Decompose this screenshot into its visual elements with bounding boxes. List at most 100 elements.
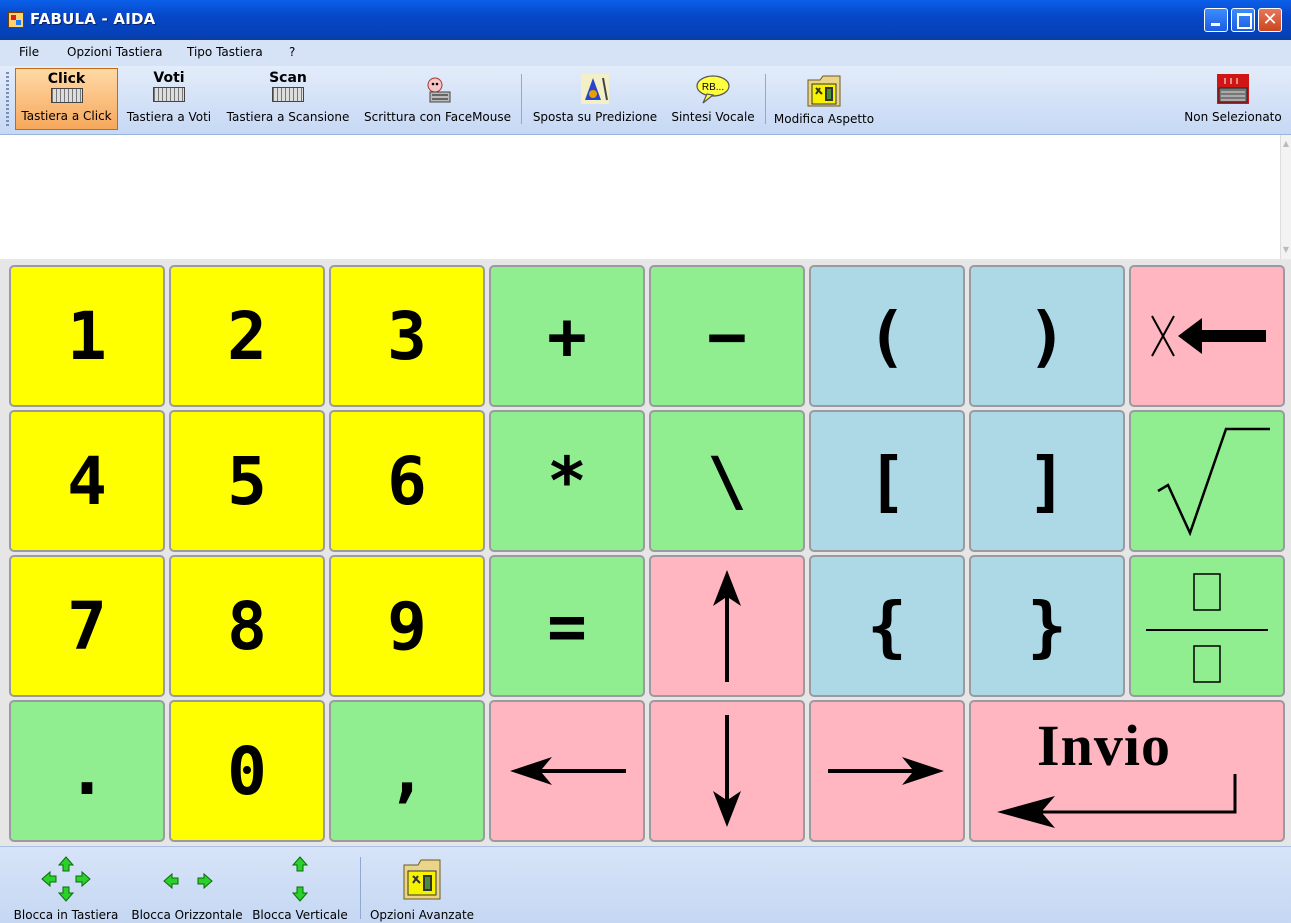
app-icon — [8, 12, 24, 28]
advanced-options-label: Opzioni Avanzate — [369, 908, 475, 922]
non-selected-button[interactable]: Non Selezionato — [1180, 68, 1286, 130]
square-root-icon — [1157, 427, 1270, 537]
move-horizontal-icon — [163, 872, 213, 890]
key-3[interactable]: 3 — [329, 265, 485, 407]
scan-keyboard-button[interactable]: Scan Tastiera a Scansione — [223, 68, 353, 130]
keyboard-status-icon — [1217, 74, 1249, 104]
bottom-toolbar: Blocca in Tastiera Blocca Orizzontale Bl… — [0, 846, 1291, 923]
prediction-button[interactable]: Sposta su Predizione — [528, 68, 662, 130]
toolbar-separator — [765, 74, 766, 124]
move-vertical-icon — [291, 856, 309, 902]
scroll-up-icon[interactable]: ▲ — [1282, 139, 1290, 149]
key-arrow-up[interactable] — [649, 555, 805, 697]
toolbar: Click Tastiera a Click Voti Tastiera a V… — [0, 66, 1291, 135]
key-0[interactable]: 0 — [169, 700, 325, 842]
key-4[interactable]: 4 — [9, 410, 165, 552]
key-6[interactable]: 6 — [329, 410, 485, 552]
face-mouse-icon — [424, 76, 452, 104]
key-comma[interactable]: , — [329, 700, 485, 842]
key-open-paren[interactable]: ( — [809, 265, 965, 407]
key-equals[interactable]: = — [489, 555, 645, 697]
text-input-area[interactable] — [0, 135, 1280, 259]
key-close-bracket[interactable]: ] — [969, 410, 1125, 552]
arrow-up-icon — [713, 570, 741, 682]
click-head: Click — [47, 71, 86, 87]
lock-horizontal-label: Blocca Orizzontale — [131, 908, 243, 922]
window-title: FABULA - AIDA — [30, 10, 156, 28]
key-enter[interactable]: Invio — [969, 700, 1285, 842]
key-8[interactable]: 8 — [169, 555, 325, 697]
arrow-right-icon — [828, 757, 944, 785]
click-label: Tastiera a Click — [21, 109, 112, 123]
keyboard-icon — [272, 87, 304, 102]
arrow-left-icon — [510, 757, 626, 785]
menu-tipo-tastiera[interactable]: Tipo Tastiera — [187, 45, 263, 59]
scan-head: Scan — [269, 70, 307, 86]
menu-help[interactable]: ? — [289, 45, 295, 59]
keyboard-panel: 1 2 3 + − ( ) 4 5 6 * \ [ ] 7 8 9 = { } — [0, 260, 1291, 846]
facemouse-button[interactable]: Scrittura con FaceMouse — [360, 68, 515, 130]
title-bar: FABULA - AIDA ✕ — [0, 0, 1291, 40]
vertical-scrollbar[interactable]: ▲ ▼ — [1280, 135, 1291, 259]
modify-appearance-button[interactable]: Modifica Aspetto — [770, 68, 878, 130]
appearance-label: Modifica Aspetto — [773, 112, 875, 126]
key-arrow-left[interactable] — [489, 700, 645, 842]
key-5[interactable]: 5 — [169, 410, 325, 552]
menu-opzioni-tastiera[interactable]: Opzioni Tastiera — [67, 45, 162, 59]
status-label: Non Selezionato — [1184, 110, 1282, 124]
close-button[interactable]: ✕ — [1258, 8, 1282, 32]
backspace-x-arrow-icon — [1151, 315, 1266, 357]
prediction-icon — [581, 74, 609, 104]
fraction-icon — [1146, 573, 1268, 683]
key-9[interactable]: 9 — [329, 555, 485, 697]
arrow-down-icon — [713, 715, 741, 827]
key-close-brace[interactable]: } — [969, 555, 1125, 697]
speech-synthesis-button[interactable]: RB... Sintesi Vocale — [667, 68, 759, 130]
lock-vertical-button[interactable]: Blocca Verticale — [250, 847, 350, 923]
voti-label: Tastiera a Voti — [126, 110, 212, 124]
key-backspace[interactable] — [1129, 265, 1285, 407]
folder-tools-icon — [403, 859, 441, 900]
click-keyboard-button[interactable]: Click Tastiera a Click — [15, 68, 118, 130]
key-7[interactable]: 7 — [9, 555, 165, 697]
minimize-button[interactable] — [1204, 8, 1228, 32]
keyboard-icon — [50, 88, 83, 103]
speech-label: Sintesi Vocale — [671, 110, 755, 124]
lock-keyboard-label: Blocca in Tastiera — [13, 908, 119, 922]
bottom-separator — [360, 857, 361, 919]
toolbar-grip[interactable] — [6, 72, 9, 128]
scan-label: Tastiera a Scansione — [226, 110, 350, 124]
key-close-paren[interactable]: ) — [969, 265, 1125, 407]
scroll-down-icon[interactable]: ▼ — [1282, 245, 1290, 255]
key-1[interactable]: 1 — [9, 265, 165, 407]
key-arrow-down[interactable] — [649, 700, 805, 842]
menu-bar: File Opzioni Tastiera Tipo Tastiera ? — [0, 40, 1291, 66]
key-dot[interactable]: . — [9, 700, 165, 842]
advanced-options-button[interactable]: Opzioni Avanzate — [366, 847, 478, 923]
key-2[interactable]: 2 — [169, 265, 325, 407]
folder-tools-icon — [806, 72, 842, 108]
facemouse-label: Scrittura con FaceMouse — [363, 110, 512, 124]
move-all-directions-icon — [41, 856, 91, 902]
lock-in-keyboard-button[interactable]: Blocca in Tastiera — [8, 847, 124, 923]
key-minus[interactable]: − — [649, 265, 805, 407]
key-square-root[interactable] — [1129, 410, 1285, 552]
lock-horizontal-button[interactable]: Blocca Orizzontale — [128, 847, 246, 923]
menu-file[interactable]: File — [19, 45, 39, 59]
key-open-brace[interactable]: { — [809, 555, 965, 697]
voti-keyboard-button[interactable]: Voti Tastiera a Voti — [122, 68, 216, 130]
svg-text:RB...: RB... — [702, 82, 724, 93]
key-open-bracket[interactable]: [ — [809, 410, 965, 552]
speech-bubble-icon: RB... — [695, 74, 731, 104]
key-arrow-right[interactable] — [809, 700, 965, 842]
key-fraction[interactable] — [1129, 555, 1285, 697]
key-backslash[interactable]: \ — [649, 410, 805, 552]
enter-label: Invio — [1037, 713, 1171, 778]
key-plus[interactable]: + — [489, 265, 645, 407]
keyboard-icon — [153, 87, 185, 102]
prediction-label: Sposta su Predizione — [532, 110, 658, 124]
maximize-button[interactable] — [1231, 8, 1255, 32]
key-asterisk[interactable]: * — [489, 410, 645, 552]
close-icon: ✕ — [1262, 9, 1278, 30]
toolbar-separator — [521, 74, 522, 124]
